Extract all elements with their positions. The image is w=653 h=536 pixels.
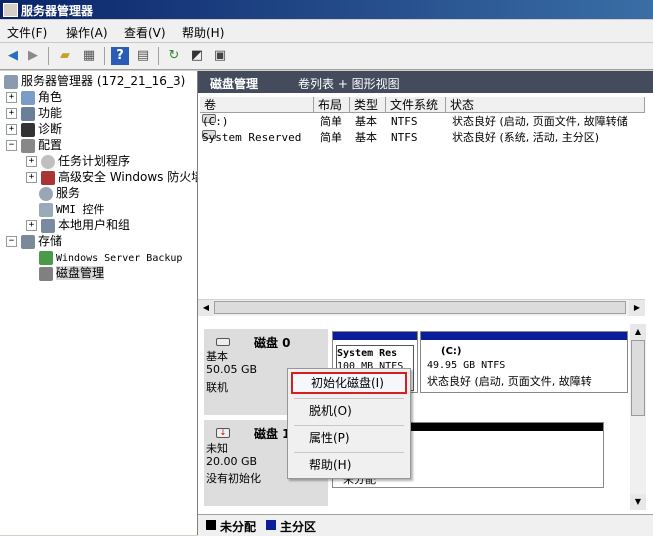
tree-item-features[interactable]: + 功能 [6, 105, 62, 121]
col-type[interactable]: 类型 [350, 97, 386, 113]
col-status[interactable]: 状态 [446, 97, 645, 113]
menu-help[interactable]: 帮助(H) [182, 24, 224, 41]
wmi-icon [39, 202, 53, 217]
menu-bar: 文件(F) 操作(A) 查看(V) 帮助(H) [0, 20, 653, 43]
menu-item-offline[interactable]: 脱机(O) [291, 400, 407, 422]
pane-title: 磁盘管理 [210, 77, 259, 91]
connect-icon[interactable]: ◩ [188, 47, 206, 65]
primary-partition-bar [333, 332, 417, 340]
diagnostics-icon [21, 122, 35, 137]
volume-row[interactable]: (C:) 简单 基本 NTFS 状态良好 (启动, 页面文件, 故障转储 [198, 114, 643, 130]
menu-separator [294, 425, 404, 426]
back-icon[interactable]: ◀ [4, 47, 22, 65]
volume-row[interactable]: System Reserved 简单 基本 NTFS 状态良好 (系统, 活动,… [198, 130, 643, 146]
window-title: 服务器管理器 [21, 4, 94, 18]
roles-icon [21, 90, 35, 105]
scroll-thumb[interactable] [631, 340, 645, 416]
scroll-down-icon[interactable]: ▼ [630, 494, 646, 510]
toolbar-separator [104, 47, 105, 65]
tree-item-storage[interactable]: − 存储 [6, 233, 62, 249]
menu-item-properties[interactable]: 属性(P) [291, 427, 407, 449]
storage-icon [21, 234, 35, 249]
collapse-icon[interactable]: − [6, 236, 17, 247]
console-tree: 服务器管理器 (172_21_16_3) + 角色 + 功能 + 诊断 − 配置 + 任务… [0, 71, 198, 535]
help-icon[interactable]: ? [111, 47, 129, 65]
disk-icon [216, 338, 230, 346]
up-folder-icon[interactable]: ▰ [56, 47, 74, 65]
primary-partition-bar [421, 332, 627, 340]
menu-separator [294, 398, 404, 399]
collapse-icon[interactable]: − [6, 140, 17, 151]
toolbar-separator [158, 47, 159, 65]
firewall-icon [41, 170, 55, 185]
pane-header: 磁盘管理 卷列表 + 图形视图 [198, 71, 653, 93]
tree-item-local-users[interactable]: + 本地用户和组 [26, 217, 130, 233]
expand-icon[interactable]: + [26, 220, 37, 231]
title-bar: 服务器管理器 [0, 0, 653, 19]
col-layout[interactable]: 布局 [314, 97, 350, 113]
tree-item-services[interactable]: 服务 [39, 185, 80, 201]
forward-icon[interactable]: ▶ [24, 47, 42, 65]
scroll-left-icon[interactable]: ◀ [198, 300, 214, 316]
properties-icon[interactable]: ▤ [134, 47, 152, 65]
legend-swatch-primary [266, 520, 276, 530]
app-icon [3, 3, 18, 17]
tree-item-disk-management[interactable]: 磁盘管理 [39, 265, 105, 281]
scroll-thumb[interactable] [214, 301, 626, 314]
disk-error-icon: ↓ [216, 428, 230, 438]
tree-root[interactable]: 服务器管理器 (172_21_16_3) [4, 73, 185, 89]
menu-separator [294, 452, 404, 453]
backup-icon [39, 250, 53, 265]
expand-icon[interactable]: + [6, 92, 17, 103]
legend-swatch-unallocated [206, 520, 216, 530]
features-icon [21, 106, 35, 121]
menu-item-initialize-disk[interactable]: 初始化磁盘(I) [291, 372, 407, 394]
partition-c[interactable]: (C:) 49.95 GB NTFS 状态良好 (启动, 页面文件, 故障转 [420, 331, 628, 393]
refresh-icon[interactable]: ↻ [165, 47, 183, 65]
scroll-up-icon[interactable]: ▲ [630, 324, 646, 340]
tree-item-config[interactable]: − 配置 [6, 137, 62, 153]
tree-item-firewall[interactable]: + 高级安全 Windows 防火墙 [26, 169, 197, 185]
gear-icon [39, 186, 53, 201]
tree-item-task-scheduler[interactable]: + 任务计划程序 [26, 153, 130, 169]
export-icon[interactable]: ▣ [211, 47, 229, 65]
menu-view[interactable]: 查看(V) [124, 24, 166, 41]
tree-item-wsb[interactable]: Windows Server Backup [39, 249, 182, 265]
tree-item-diagnostics[interactable]: + 诊断 [6, 121, 62, 137]
col-filesystem[interactable]: 文件系统 [386, 97, 446, 113]
toolbar-separator [48, 47, 49, 65]
details-pane: 磁盘管理 卷列表 + 图形视图 卷 布局 类型 文件系统 状态 (C:) 简单 … [198, 71, 653, 536]
tree-item-wmi[interactable]: WMI 控件 [39, 201, 105, 217]
pane-subtitle: 卷列表 + 图形视图 [298, 77, 400, 91]
menu-file[interactable]: 文件(F) [7, 24, 47, 41]
expand-icon[interactable]: + [6, 108, 17, 119]
scroll-right-icon[interactable]: ▶ [629, 300, 645, 316]
clock-icon [41, 154, 55, 169]
tree-item-roles[interactable]: + 角色 [6, 89, 62, 105]
legend: 未分配 主分区 [198, 514, 653, 536]
users-icon [41, 218, 55, 233]
toolbar: ◀ ▶ ▰ ▦ ? ▤ ↻ ◩ ▣ [0, 43, 653, 70]
config-icon [21, 138, 35, 153]
disk-graphical-view: 磁盘 0 基本 50.05 GB 联机 System Res 100 MB NT… [198, 323, 630, 513]
disk-icon [39, 266, 53, 281]
context-menu: 初始化磁盘(I) 脱机(O) 属性(P) 帮助(H) [287, 368, 411, 479]
menu-action[interactable]: 操作(A) [66, 24, 108, 41]
menu-item-help[interactable]: 帮助(H) [291, 454, 407, 476]
expand-icon[interactable]: + [6, 124, 17, 135]
expand-icon[interactable]: + [26, 156, 37, 167]
col-volume[interactable]: 卷 [200, 97, 314, 113]
expand-icon[interactable]: + [26, 172, 37, 183]
vertical-scrollbar[interactable]: ▲ ▼ [630, 324, 646, 510]
server-icon [4, 74, 18, 89]
show-hide-tree-icon[interactable]: ▦ [80, 47, 98, 65]
horizontal-scrollbar[interactable]: ◀ ▶ [198, 299, 645, 316]
